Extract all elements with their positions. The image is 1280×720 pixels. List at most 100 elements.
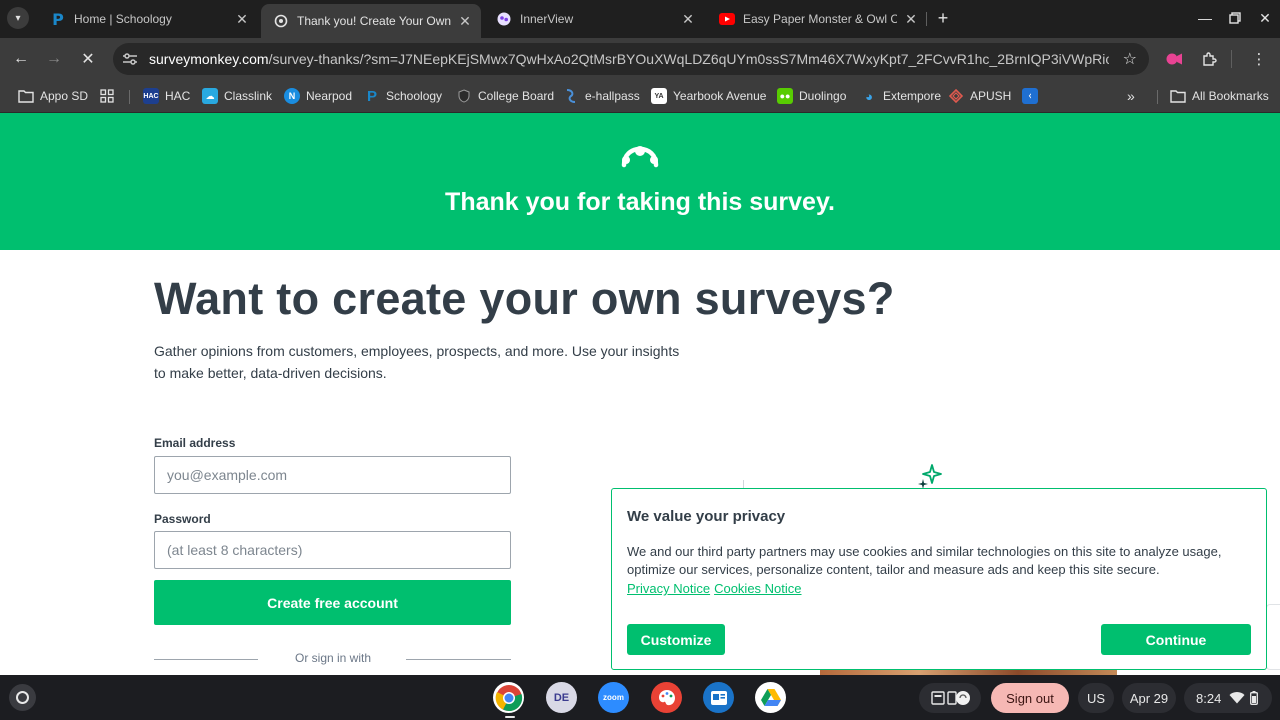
bookmark-separator — [1157, 90, 1158, 104]
page-description: Gather opinions from customers, employee… — [154, 343, 680, 381]
youtube-favicon-icon — [719, 11, 735, 27]
tab-schoology[interactable]: P Home | Schoology ✕ — [38, 4, 258, 34]
bookmark-unnamed[interactable]: ᚲ — [1022, 86, 1044, 106]
holding-space-tray[interactable] — [919, 683, 981, 713]
bookmark-college-board[interactable]: College Board — [456, 86, 554, 106]
bookmark-label: Schoology — [386, 89, 443, 103]
bookmark-extempore[interactable]: ◕ Extempore — [861, 86, 941, 106]
stop-loading-icon[interactable]: ✕ — [76, 47, 100, 71]
site-settings-icon[interactable] — [121, 50, 139, 68]
bookmark-label: Duolingo — [799, 89, 847, 103]
forward-arrow-icon[interactable]: → — [42, 47, 66, 71]
hac-icon: HAC — [143, 88, 159, 104]
bookmark-nearpod[interactable]: N Nearpod — [284, 86, 352, 106]
bookmark-star-icon[interactable]: ☆ — [1123, 49, 1137, 69]
classlink-cloud-icon: ☁ — [202, 88, 218, 104]
bookmark-hac[interactable]: HAC HAC — [143, 86, 190, 106]
tab-youtube[interactable]: Easy Paper Monster & Owl Corner Bookmark… — [707, 4, 927, 34]
tab-surveymonkey[interactable]: Thank you! Create Your Own Online Survey… — [261, 4, 481, 38]
apush-icon — [948, 88, 964, 104]
bookmark-separator — [129, 90, 130, 104]
active-app-indicator — [505, 716, 515, 718]
more-options-icon[interactable]: ⋮ — [1248, 48, 1270, 70]
bookmark-yearbook-avenue[interactable]: YA Yearbook Avenue — [651, 86, 766, 106]
all-bookmarks-button[interactable]: All Bookmarks — [1170, 86, 1269, 106]
cookies-notice-link[interactable]: Cookies Notice — [714, 581, 801, 596]
customize-button[interactable]: Customize — [627, 624, 725, 655]
url-domain: surveymonkey.com — [149, 51, 269, 67]
extensions-puzzle-icon[interactable] — [1198, 48, 1220, 70]
tab-title: Easy Paper Monster & Owl Corner Bookmark… — [743, 12, 897, 26]
bookmark-classlink[interactable]: ☁ Classlink — [202, 86, 272, 106]
tab-title: Home | Schoology — [74, 12, 172, 26]
bookmark-appo-sd[interactable]: Appo SD — [18, 86, 88, 106]
page-title: Want to create your own surveys? — [154, 273, 895, 324]
apps-grid-icon[interactable] — [100, 86, 114, 106]
password-label: Password — [154, 512, 211, 526]
tab-search-chevron-icon[interactable]: ▾ — [7, 7, 29, 29]
launcher-circle-icon — [16, 691, 29, 704]
innerview-favicon-icon — [496, 11, 512, 27]
e-hallpass-icon — [563, 88, 579, 104]
create-free-account-button[interactable]: Create free account — [154, 580, 511, 625]
browser-tab-strip: ▾ P Home | Schoology ✕ Thank you! Create… — [0, 0, 1280, 38]
email-field[interactable] — [154, 456, 511, 494]
classroom-app-icon[interactable] — [703, 682, 734, 713]
bookmark-duolingo[interactable]: ●● Duolingo — [777, 86, 846, 106]
url-text: surveymonkey.com/survey-thanks/?sm=J7NEe… — [149, 51, 1109, 67]
close-icon[interactable]: ✕ — [234, 11, 250, 27]
chrome-app-icon[interactable] — [493, 682, 524, 713]
minimize-icon[interactable]: — — [1195, 8, 1215, 28]
launcher-button[interactable] — [9, 684, 36, 711]
zoom-app-icon[interactable]: zoom — [598, 682, 629, 713]
more-bookmarks-chevron-icon[interactable]: » — [1127, 86, 1135, 106]
date-indicator[interactable]: Apr 29 — [1122, 683, 1176, 713]
battery-icon — [1250, 691, 1259, 705]
close-window-icon[interactable]: ✕ — [1255, 8, 1275, 28]
password-field[interactable] — [154, 531, 511, 569]
paint-palette-app-icon[interactable] — [651, 682, 682, 713]
toolbar-separator — [1231, 50, 1232, 68]
tab-separator — [926, 12, 927, 26]
os-shelf: DE zoom Sign out US Apr 29 8:24 — [0, 675, 1280, 720]
privacy-notice-link[interactable]: Privacy Notice — [627, 581, 710, 596]
schoology-icon: P — [366, 87, 377, 105]
restore-icon[interactable] — [1225, 8, 1245, 28]
bookmark-label: College Board — [478, 89, 555, 103]
or-sign-in-text: Or sign in with — [294, 651, 372, 665]
new-tab-plus-icon[interactable]: + — [933, 8, 953, 28]
schoology-favicon-icon: P — [52, 9, 64, 29]
screen-record-extension-icon[interactable] — [1163, 48, 1185, 70]
wifi-icon — [1229, 692, 1245, 704]
folder-icon — [18, 88, 34, 104]
privacy-body: We and our third party partners may use … — [627, 544, 1222, 577]
bookmark-e-hallpass[interactable]: e-hallpass — [563, 86, 640, 106]
privacy-title: We value your privacy — [627, 508, 786, 525]
surveymonkey-logo-icon — [621, 146, 659, 168]
bookmark-label: HAC — [165, 89, 191, 103]
google-drive-app-icon[interactable] — [755, 682, 786, 713]
bookmark-apush[interactable]: APUSH — [948, 86, 1011, 106]
sign-out-button[interactable]: Sign out — [991, 683, 1069, 713]
continue-button[interactable]: Continue — [1101, 624, 1251, 655]
address-bar[interactable]: surveymonkey.com/survey-thanks/?sm=J7NEe… — [113, 43, 1149, 75]
duolingo-owl-icon: ●● — [777, 88, 793, 104]
privacy-consent-dialog: We value your privacy We and our third p… — [611, 488, 1267, 670]
status-tray[interactable]: 8:24 — [1184, 683, 1272, 713]
bookmark-schoology[interactable]: P Schoology — [364, 86, 442, 106]
folder-icon — [1170, 88, 1186, 104]
back-arrow-icon[interactable]: ← — [9, 47, 33, 71]
close-icon[interactable]: ✕ — [903, 11, 919, 27]
bookmark-label: Nearpod — [306, 89, 353, 103]
bookmark-label: Extempore — [883, 89, 942, 103]
clock-time: 8:24 — [1196, 690, 1222, 706]
input-method-indicator[interactable]: US — [1078, 683, 1114, 713]
yearbook-avenue-icon: YA — [651, 88, 667, 104]
de-app-icon[interactable]: DE — [546, 682, 577, 713]
tab-innerview[interactable]: InnerView ✕ — [484, 4, 704, 34]
nearpod-icon: N — [284, 88, 300, 104]
close-icon[interactable]: ✕ — [457, 13, 473, 29]
close-icon[interactable]: ✕ — [680, 11, 696, 27]
divider-right — [406, 659, 511, 660]
background-card-edge — [1266, 604, 1280, 670]
